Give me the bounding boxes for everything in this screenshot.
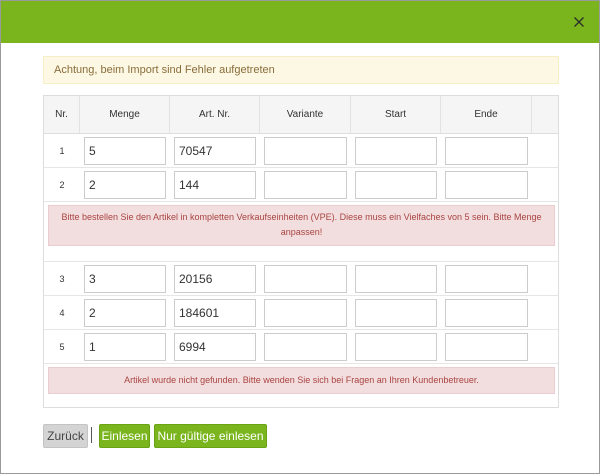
row-number: 5 [59, 342, 65, 352]
variante-input[interactable] [264, 171, 347, 199]
ende-input[interactable] [445, 171, 528, 199]
article-not-found-alert: Artikel wurde nicht gefunden. Bitte wend… [48, 367, 555, 394]
close-icon [574, 17, 584, 27]
ende-input[interactable] [445, 137, 528, 165]
dialog-header [1, 1, 599, 43]
variante-input[interactable] [264, 137, 347, 165]
ende-input[interactable] [445, 333, 528, 361]
import-dialog: Achtung, beim Import sind Fehler aufgetr… [0, 0, 600, 474]
import-warning: Achtung, beim Import sind Fehler aufgetr… [43, 56, 559, 84]
row-number: 3 [59, 274, 65, 284]
start-input[interactable] [355, 333, 437, 361]
table-row: 3 [44, 261, 558, 296]
row-number: 2 [59, 180, 65, 190]
art-nr-input[interactable] [174, 333, 256, 361]
table-row: 1 [44, 134, 558, 168]
column-header-menge: Menge [80, 96, 170, 133]
back-button[interactable]: Zurück [43, 424, 88, 448]
close-button[interactable] [571, 14, 587, 30]
table-row: 2 [44, 168, 558, 202]
import-table: Nr. Menge Art. Nr. Variante Start Ende 1… [43, 95, 559, 408]
menge-input[interactable] [84, 299, 166, 327]
art-nr-input[interactable] [174, 171, 256, 199]
row-number: 4 [59, 308, 65, 318]
vpe-error-alert: Bitte bestellen Sie den Artikel in kompl… [48, 205, 555, 246]
table-row: 5 [44, 330, 558, 364]
column-header-ende: Ende [441, 96, 532, 133]
start-input[interactable] [355, 265, 437, 293]
art-nr-input[interactable] [174, 137, 256, 165]
variante-input[interactable] [264, 265, 347, 293]
start-input[interactable] [355, 299, 437, 327]
ende-input[interactable] [445, 299, 528, 327]
art-nr-input[interactable] [174, 299, 256, 327]
column-header-art-nr: Art. Nr. [170, 96, 260, 133]
start-input[interactable] [355, 137, 437, 165]
column-header-start: Start [351, 96, 441, 133]
menge-input[interactable] [84, 137, 166, 165]
menge-input[interactable] [84, 333, 166, 361]
menge-input[interactable] [84, 171, 166, 199]
read-button[interactable]: Einlesen [99, 424, 150, 448]
start-input[interactable] [355, 171, 437, 199]
button-separator [91, 427, 92, 443]
table-header: Nr. Menge Art. Nr. Variante Start Ende [44, 96, 558, 134]
variante-input[interactable] [264, 299, 347, 327]
row-number: 1 [59, 146, 65, 156]
variante-input[interactable] [264, 333, 347, 361]
column-header-nr: Nr. [44, 96, 80, 133]
ende-input[interactable] [445, 265, 528, 293]
read-valid-only-button[interactable]: Nur gültige einlesen [154, 424, 267, 448]
menge-input[interactable] [84, 265, 166, 293]
table-row: 4 [44, 296, 558, 330]
art-nr-input[interactable] [174, 265, 256, 293]
column-header-variante: Variante [260, 96, 351, 133]
